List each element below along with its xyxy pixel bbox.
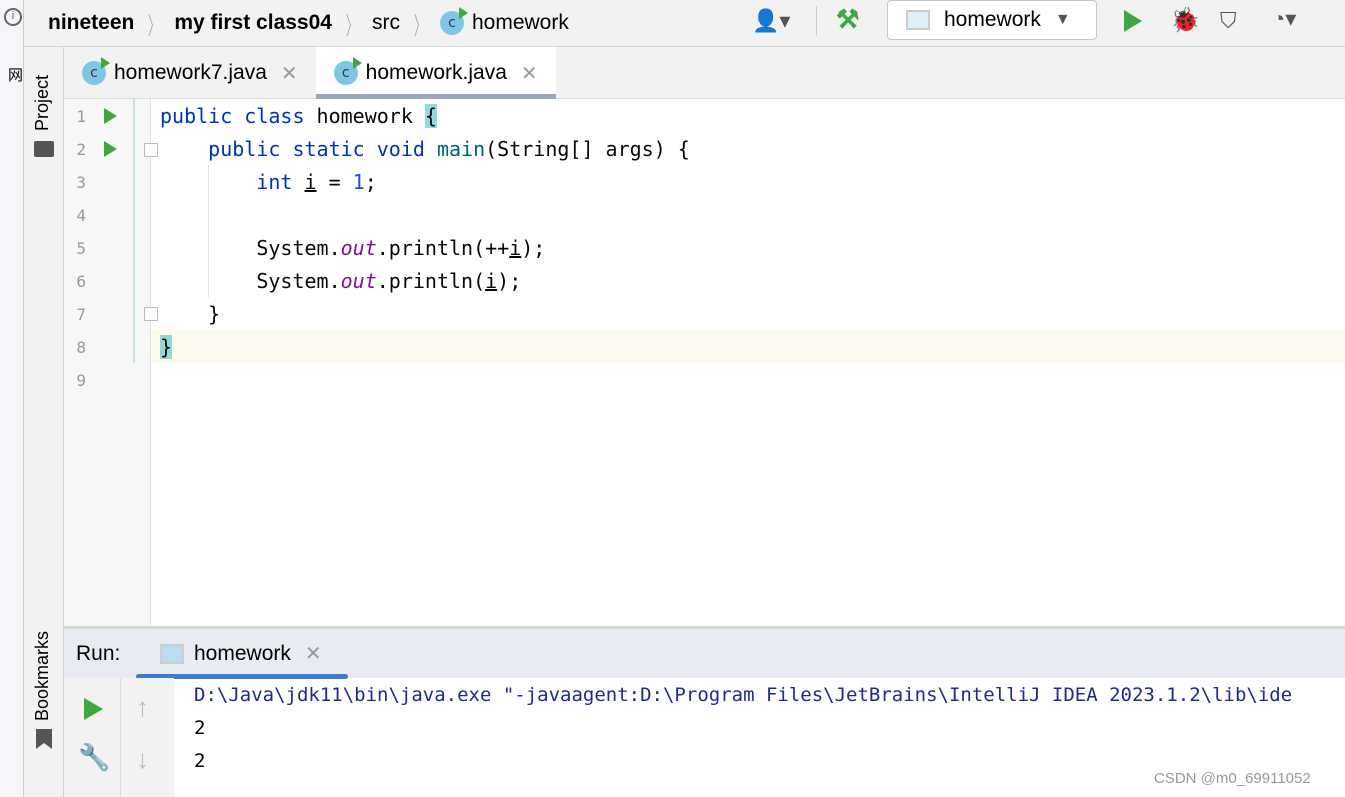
breadcrumb-class[interactable]: homework — [472, 11, 569, 35]
code-line: } — [160, 302, 221, 326]
line-number: 6 — [76, 272, 86, 291]
side-char: 网 — [8, 67, 24, 84]
run-config-select[interactable]: homework ▼ — [887, 0, 1097, 40]
breadcrumb-src[interactable]: src — [372, 11, 400, 35]
code-editor[interactable]: public class homework { public static vo… — [152, 99, 1345, 626]
tool-window-strip: Project Bookmarks — [24, 47, 64, 797]
line-number: 2 — [76, 140, 86, 159]
tab-homework[interactable]: c homework.java ✕ — [315, 47, 556, 99]
bookmark-icon[interactable] — [36, 729, 52, 749]
editor-tabs: c homework7.java ✕ c homework.java ✕ — [64, 47, 1345, 99]
run-label: Run: — [76, 641, 121, 665]
code-line: int i = 1; — [256, 170, 377, 194]
code-line: public class homework { — [160, 104, 437, 128]
wrench-icon[interactable]: 🔧 — [78, 742, 110, 773]
console-line: D:\Java\jdk11\bin\java.exe "-javaagent:D… — [194, 684, 1293, 706]
run-panel-header: Run: homework ✕ — [64, 626, 1345, 679]
navigation-bar: nineteen 〉 my first class04 〉 src 〉 c homew… — [24, 0, 1345, 47]
line-number: 1 — [76, 107, 86, 126]
profile-icon[interactable]: ◔▾ — [1272, 6, 1296, 32]
class-icon: c — [82, 57, 110, 85]
close-icon[interactable]: ✕ — [305, 641, 322, 666]
run-main-icon[interactable] — [104, 141, 117, 157]
tab-homework7[interactable]: c homework7.java ✕ — [64, 47, 316, 99]
run-class-icon[interactable] — [104, 108, 117, 124]
project-tool-button[interactable]: Project — [32, 75, 53, 131]
run-toolbar: 🔧 ↑ ↓ — [64, 678, 174, 797]
arrow-down-icon[interactable]: ↓ — [136, 744, 149, 775]
console-icon — [160, 643, 184, 664]
left-edge: i 网 — [0, 0, 24, 797]
info-icon[interactable]: i — [4, 8, 22, 26]
run-tab-label: homework — [194, 641, 291, 665]
chevron-down-icon: ▼ — [1054, 11, 1071, 28]
class-icon: c — [333, 57, 362, 85]
code-line: System.out.println(++i); — [160, 236, 546, 260]
console-line: 2 — [194, 750, 206, 772]
line-number: 4 — [76, 206, 86, 225]
config-icon — [906, 10, 930, 30]
debug-bug-icon[interactable]: 🐞 — [1170, 6, 1200, 35]
watermark: CSDN @m0_69911052 — [1154, 770, 1311, 787]
rerun-icon[interactable] — [84, 698, 103, 720]
line-number: 8 — [76, 338, 86, 357]
code-line: public static void main(String[] args) { — [208, 137, 690, 161]
class-icon: c — [439, 7, 468, 35]
breadcrumb-project[interactable]: nineteen — [48, 11, 134, 35]
editor-gutter: 1 2 3 4 5 6 7 8 9 — [64, 99, 158, 626]
code-line: System.out.println(i); — [160, 269, 522, 293]
close-icon[interactable]: ✕ — [281, 61, 298, 86]
run-config-label: homework — [944, 8, 1041, 31]
tab-label: homework7.java — [114, 61, 267, 84]
code-line: } — [160, 335, 173, 359]
line-number: 9 — [76, 371, 86, 390]
run-icon[interactable] — [1124, 10, 1142, 32]
build-hammer-icon[interactable]: ⚒ — [836, 4, 859, 35]
bookmarks-tool-button[interactable]: Bookmarks — [32, 631, 53, 721]
line-number: 5 — [76, 239, 86, 258]
console-line: 2 — [194, 717, 206, 739]
line-number: 3 — [76, 173, 86, 192]
close-icon[interactable]: ✕ — [521, 61, 538, 86]
breadcrumb-module[interactable]: my first class04 — [174, 11, 332, 35]
line-number: 7 — [76, 305, 86, 324]
tab-label: homework.java — [365, 61, 507, 84]
run-tab-homework[interactable]: homework ✕ — [150, 629, 332, 678]
folder-icon[interactable] — [34, 141, 54, 157]
user-icon[interactable]: 👤▾ — [752, 8, 790, 34]
arrow-up-icon[interactable]: ↑ — [136, 692, 149, 723]
coverage-icon[interactable]: ⛉ — [1220, 8, 1237, 34]
